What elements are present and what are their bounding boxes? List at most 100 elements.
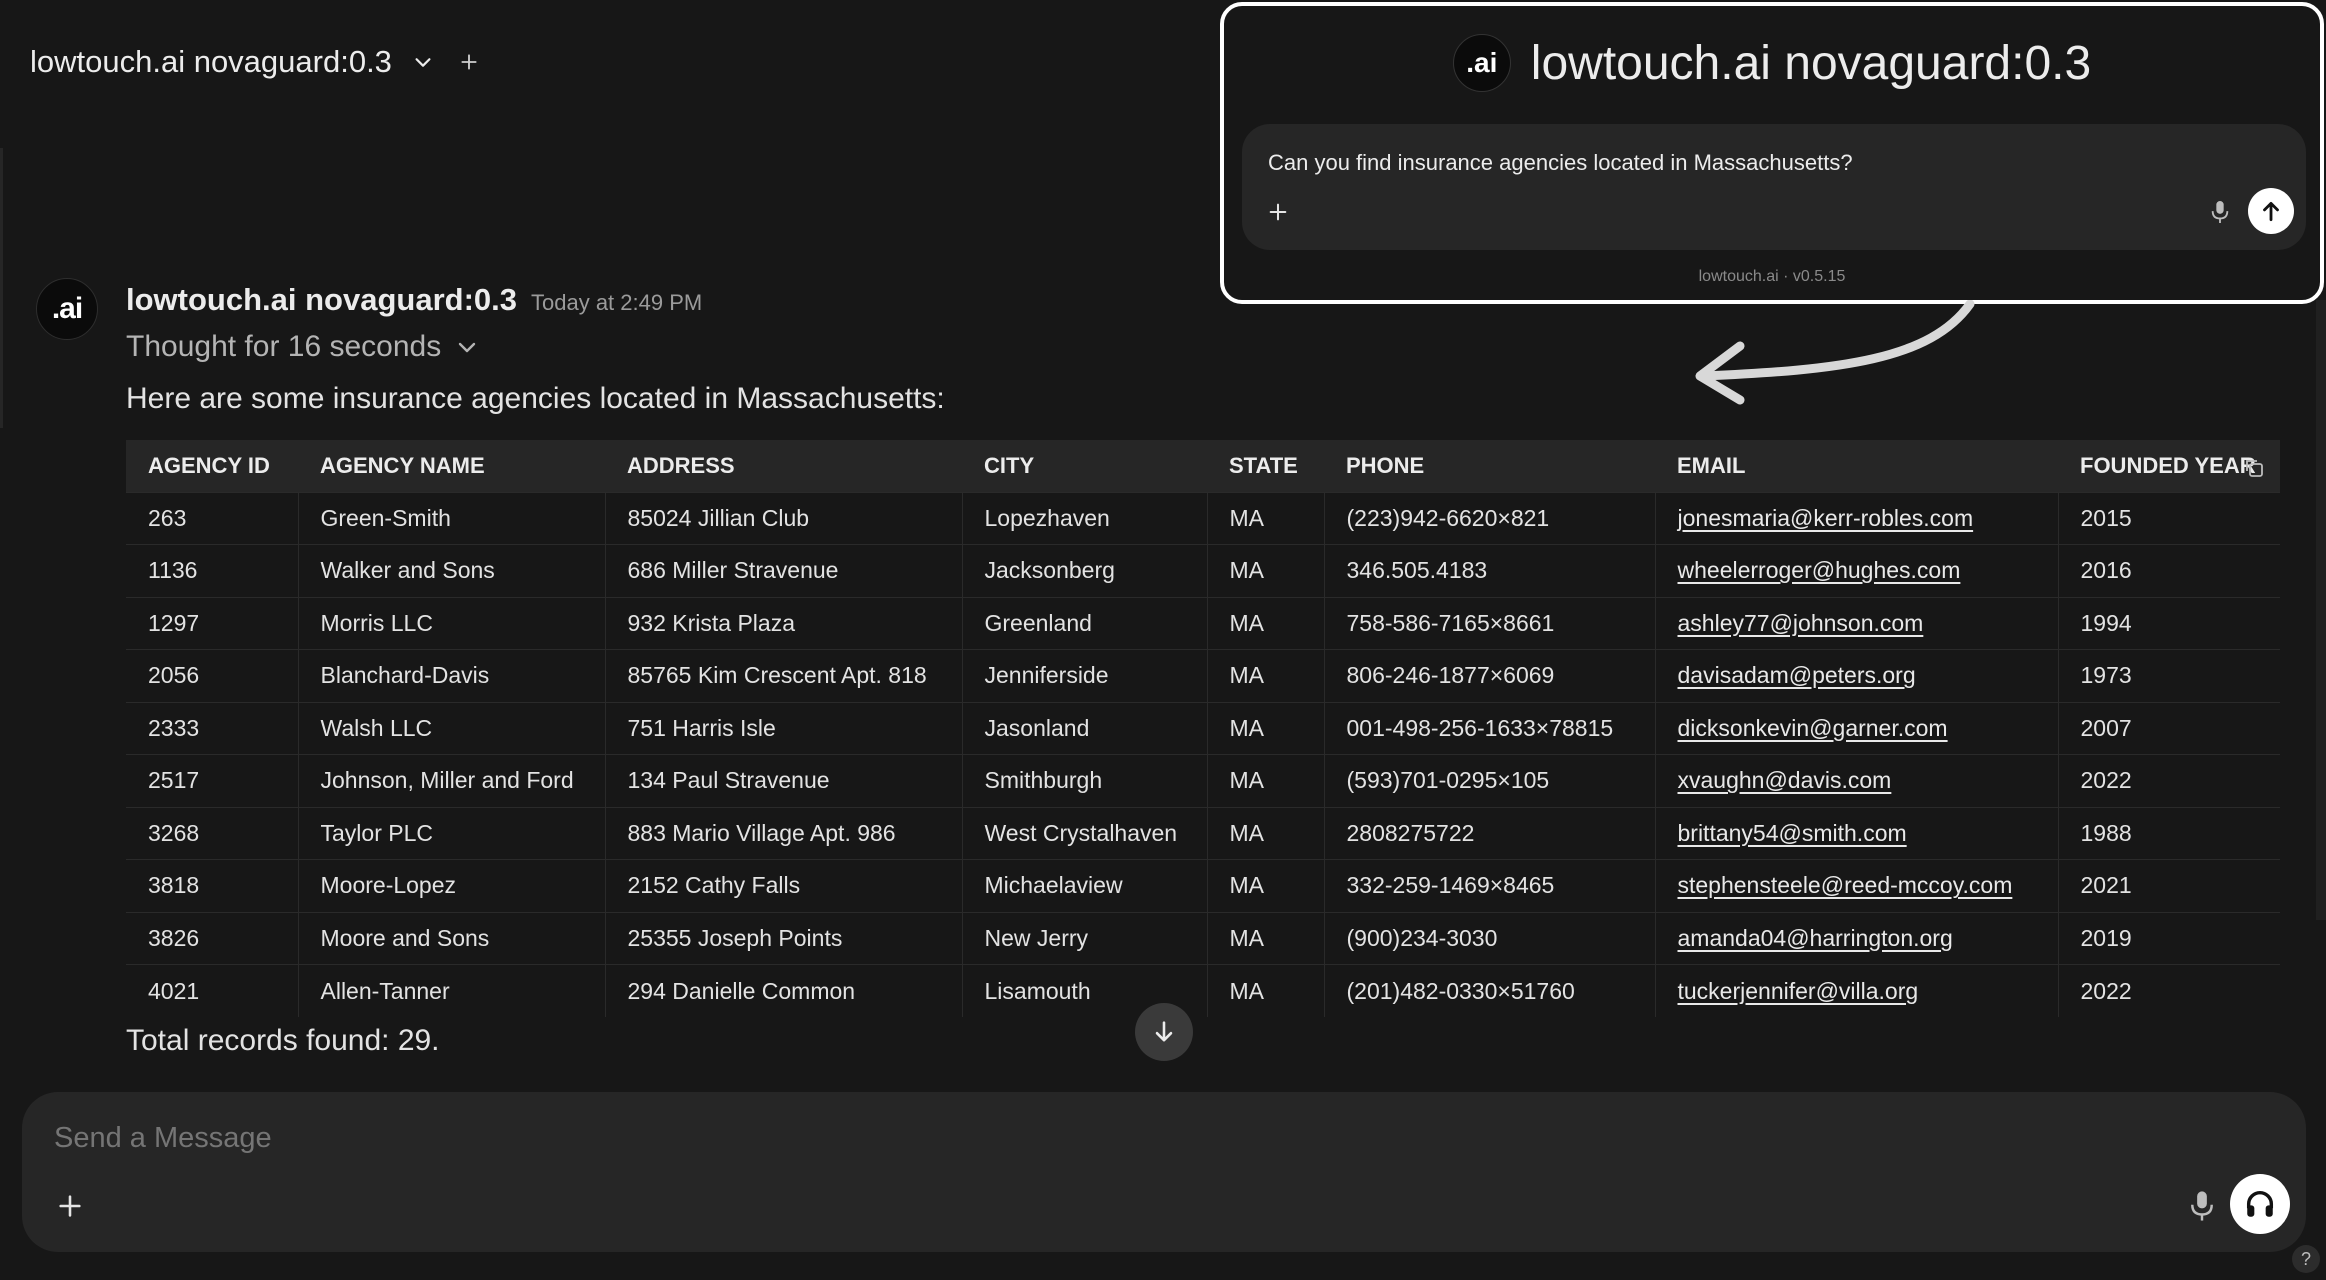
arrow-up-icon (2263, 202, 2279, 222)
inset-model-name: lowtouch.ai novaguard:0.3 (1530, 36, 2092, 90)
email-link[interactable]: davisadam@peters.org (1678, 662, 1916, 688)
table-cell: 1136 (126, 544, 299, 597)
voice-mode-button[interactable] (2230, 1174, 2290, 1234)
table-cell: Taylor PLC (298, 806, 606, 860)
email-link[interactable]: jonesmaria@kerr-robles.com (1678, 505, 1974, 531)
inset-question[interactable]: Can you find insurance agencies located … (1268, 150, 1853, 176)
table-cell: MA (1207, 596, 1325, 650)
message-input[interactable] (54, 1122, 1854, 1155)
table-cell: 751 Harris Isle (605, 701, 963, 755)
table-cell: 3818 (126, 859, 299, 912)
table-cell: 3826 (126, 911, 299, 965)
column-header: AGENCY NAME (320, 452, 485, 478)
table-row: 263 Green-Smith 85024 Jillian Club Lopezhav… (126, 491, 2280, 545)
table-cell: 1994 (2058, 596, 2280, 650)
arrow-down-icon (1155, 1021, 1173, 1042)
table-cell: 2333 (126, 701, 299, 755)
table-cell: 883 Mario Village Apt. 986 (605, 806, 963, 860)
table-cell: West Crystalhaven (962, 806, 1208, 860)
table-cell: (593)701-0295×105 (1324, 754, 1656, 807)
chevron-down-icon[interactable] (406, 45, 440, 79)
email-link[interactable]: ashley77@johnson.com (1678, 610, 1924, 636)
thought-toggle[interactable]: Thought for 16 seconds (126, 330, 479, 364)
table-cell: 2056 (126, 649, 299, 702)
table-cell: 2019 (2058, 911, 2280, 965)
table-cell: (900)234-3030 (1324, 911, 1656, 965)
email-cell: wheelerroger@hughes.com (1655, 544, 2059, 597)
table-cell: 2015 (2058, 491, 2280, 545)
table-cell: 806-246-1877×6069 (1324, 649, 1656, 702)
email-cell: dicksonkevin@garner.com (1655, 701, 2059, 755)
table-cell: Blanchard-Davis (298, 649, 606, 702)
email-link[interactable]: wheelerroger@hughes.com (1678, 557, 1961, 583)
table-cell: Jacksonberg (962, 544, 1208, 597)
table-cell: Morris LLC (298, 596, 606, 650)
table-cell: 4021 (126, 964, 299, 1017)
table-cell: (223)942-6620×821 (1324, 491, 1656, 545)
column-header: CITY (984, 452, 1035, 478)
add-model-icon[interactable] (454, 47, 484, 77)
table-cell: 85024 Jillian Club (605, 491, 963, 545)
attach-icon[interactable] (50, 1186, 90, 1226)
table-cell: MA (1207, 806, 1325, 860)
table-cell: 2022 (2058, 964, 2280, 1017)
email-cell: tuckerjennifer@villa.org (1655, 964, 2059, 1017)
column-header: STATE (1229, 452, 1298, 478)
email-cell: amanda04@harrington.org (1655, 911, 2059, 965)
table-cell: 3268 (126, 806, 299, 860)
help-button[interactable]: ? (2292, 1245, 2320, 1273)
version-label: lowtouch.ai · v0.5.15 (1698, 268, 1846, 285)
table-cell: 1297 (126, 596, 299, 650)
table-cell: MA (1207, 859, 1325, 912)
email-link[interactable]: xvaughn@davis.com (1678, 767, 1892, 793)
table-row: 2056 Blanchard-Davis 85765 Kim Crescent Ap… (126, 649, 2280, 702)
table-row: 1297 Morris LLC 932 Krista Plaza Greenland M… (126, 596, 2280, 650)
inset-avatar: .ai (1452, 34, 1511, 92)
table-cell: 2517 (126, 754, 299, 807)
scroll-to-bottom-button[interactable] (1135, 1003, 1193, 1061)
table-cell: 001-498-256-1633×78815 (1324, 701, 1656, 755)
callout-arrow (1695, 300, 1975, 405)
table-cell: 346.505.4183 (1324, 544, 1656, 597)
send-button[interactable] (2248, 188, 2294, 234)
assistant-avatar: .ai (36, 278, 98, 340)
table-row: 3268 Taylor PLC 883 Mario Village Apt. 986… (126, 806, 2280, 860)
table-cell: Johnson, Miller and Ford (298, 754, 606, 807)
inset-zoom-panel: .ai lowtouch.ai novaguard:0.3 Can you fi… (1220, 2, 2324, 304)
email-link[interactable]: tuckerjennifer@villa.org (1678, 978, 1919, 1004)
copy-icon[interactable] (2242, 456, 2266, 480)
email-cell: xvaughn@davis.com (1655, 754, 2059, 807)
table-cell: 2022 (2058, 754, 2280, 807)
email-link[interactable]: brittany54@smith.com (1678, 820, 1907, 846)
table-cell: MA (1207, 544, 1325, 597)
model-selector[interactable]: lowtouch.ai novaguard:0.3 (30, 38, 484, 86)
chevron-down-icon[interactable] (455, 335, 479, 359)
email-cell: davisadam@peters.org (1655, 649, 2059, 702)
thought-label[interactable]: Thought for 16 seconds (126, 330, 441, 364)
scrollbar-track[interactable] (2316, 300, 2326, 920)
table-cell: Moore-Lopez (298, 859, 606, 912)
microphone-icon[interactable] (2204, 196, 2236, 228)
email-link[interactable]: stephensteele@reed-mccoy.com (1678, 872, 2013, 898)
attach-icon[interactable] (1262, 196, 1294, 228)
message-header: lowtouch.ai novaguard:0.3 Today at 2:49 … (126, 282, 702, 318)
table-cell: Michaelaview (962, 859, 1208, 912)
model-name[interactable]: lowtouch.ai novaguard:0.3 (30, 44, 392, 80)
table-cell: 2016 (2058, 544, 2280, 597)
email-cell: brittany54@smith.com (1655, 806, 2059, 860)
table-cell: Green-Smith (298, 491, 606, 545)
email-link[interactable]: dicksonkevin@garner.com (1678, 715, 1948, 741)
table-cell: MA (1207, 701, 1325, 755)
message-intro: Here are some insurance agencies located… (126, 382, 945, 415)
email-link[interactable]: amanda04@harrington.org (1678, 925, 1953, 951)
microphone-icon[interactable] (2180, 1184, 2224, 1228)
table-row: 4021 Allen-Tanner 294 Danielle Common Lisam… (126, 964, 2280, 1017)
table-cell: New Jerry (962, 911, 1208, 965)
table-cell: MA (1207, 754, 1325, 807)
table-row: 2517 Johnson, Miller and Ford 134 Paul Str… (126, 754, 2280, 807)
sender-name: lowtouch.ai novaguard:0.3 (126, 282, 517, 317)
message-composer (22, 1092, 2306, 1252)
email-cell: stephensteele@reed-mccoy.com (1655, 859, 2059, 912)
table-cell: Allen-Tanner (298, 964, 606, 1017)
table-row: 3826 Moore and Sons 25355 Joseph Points New… (126, 911, 2280, 965)
